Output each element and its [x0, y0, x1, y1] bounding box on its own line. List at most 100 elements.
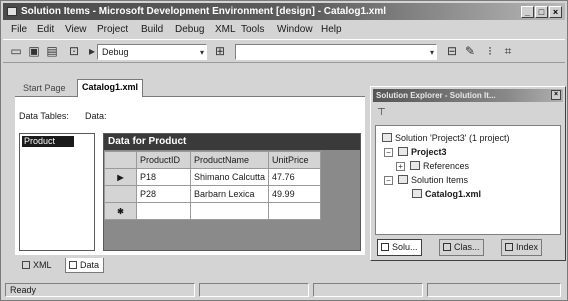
- window-title: Solution Items - Microsoft Development E…: [21, 6, 387, 17]
- row-header-corner: [104, 151, 137, 169]
- maximize-button[interactable]: □: [535, 6, 548, 18]
- cell-productname[interactable]: [189, 202, 270, 220]
- table-item-product[interactable]: Product: [22, 136, 74, 147]
- cell-productname[interactable]: Shimano Calcutta: [189, 168, 270, 186]
- menu-debug[interactable]: Debug: [175, 24, 204, 35]
- show-all-files-icon[interactable]: ⊤: [377, 107, 391, 119]
- new-row[interactable]: ✱: [104, 202, 322, 220]
- status-panel-3: [313, 283, 423, 297]
- tree-node-references[interactable]: References: [410, 160, 469, 172]
- close-icon[interactable]: ×: [551, 90, 561, 100]
- toolbox-window-icon[interactable]: ⌗: [501, 45, 515, 58]
- menu-file[interactable]: File: [11, 24, 27, 35]
- solution-items-label: Solution Items: [411, 175, 469, 185]
- app-icon[interactable]: [7, 7, 17, 16]
- references-icon: [410, 161, 420, 170]
- solution-explorer-icon[interactable]: ⊟: [445, 45, 459, 58]
- cell-unitprice[interactable]: [268, 202, 322, 220]
- menu-xml[interactable]: XML: [215, 24, 236, 35]
- document-tabs: Start Page Catalog1.xml: [15, 75, 365, 98]
- data-view-icon: [69, 261, 77, 269]
- menu-window[interactable]: Window: [277, 24, 313, 35]
- tab-index[interactable]: Index: [501, 239, 543, 256]
- status-panel-4: [427, 283, 561, 297]
- column-header-unitprice[interactable]: UnitPrice: [268, 151, 322, 169]
- tree-node-catalog1-xml[interactable]: Catalog1.xml: [412, 188, 481, 200]
- tab-solution-explorer[interactable]: Solu...: [377, 239, 422, 256]
- solution-explorer-title-bar[interactable]: Solution Explorer - Solution It... ×: [373, 89, 563, 102]
- minimize-button[interactable]: _: [521, 6, 534, 18]
- catalog-file-label: Catalog1.xml: [425, 189, 482, 199]
- menu-build[interactable]: Build: [141, 24, 163, 35]
- solution-label: Solution 'Project3' (1 project): [395, 133, 510, 143]
- cell-unitprice[interactable]: 49.99: [268, 185, 322, 203]
- project-label: Project3: [411, 147, 447, 157]
- row-header[interactable]: [104, 185, 137, 203]
- data-tables-label: Data Tables:: [19, 111, 69, 121]
- tab-data-label: Data: [80, 260, 100, 270]
- solution-config-combo[interactable]: Debug ▾: [97, 44, 207, 60]
- tab-start-page[interactable]: Start Page: [19, 81, 70, 97]
- find-combo[interactable]: ▾: [235, 44, 437, 60]
- class-view-icon[interactable]: ⁝: [483, 45, 497, 58]
- references-label: References: [423, 161, 470, 171]
- grid-caption: Data for Product: [104, 134, 360, 150]
- expand-icon[interactable]: +: [396, 162, 405, 171]
- data-table: ProductID ProductName UnitPrice ▶ P18 Sh…: [104, 151, 322, 220]
- cell-productid[interactable]: [136, 202, 191, 220]
- tab-solution-label: Solu...: [392, 242, 418, 252]
- standard-toolbar: ▭ ▣ ▤ ⊡ ▸ Debug ▾ ⊞ ▾ ⊟ ✎ ⁝ ⌗: [3, 39, 565, 63]
- data-tables-list[interactable]: Product: [19, 133, 95, 251]
- new-row-icon[interactable]: ✱: [104, 202, 137, 220]
- tree-node-solution-items[interactable]: Solution Items: [398, 174, 468, 186]
- current-row-icon[interactable]: ▶: [104, 168, 137, 186]
- collapse-icon[interactable]: −: [384, 148, 393, 157]
- menu-tools[interactable]: Tools: [241, 24, 264, 35]
- tab-class-view[interactable]: Clas...: [439, 239, 484, 256]
- xml-file-icon: [412, 189, 422, 198]
- toolbox-icon[interactable]: ⊡: [67, 45, 81, 58]
- cell-productid[interactable]: P18: [136, 168, 191, 186]
- cell-productname[interactable]: Barbarn Lexica: [189, 185, 270, 203]
- status-text: Ready: [5, 283, 195, 297]
- menu-edit[interactable]: Edit: [37, 24, 54, 35]
- table-row[interactable]: P28 Barbarn Lexica 49.99: [104, 185, 322, 203]
- xml-view-icon: [22, 261, 30, 269]
- title-bar[interactable]: Solution Items - Microsoft Development E…: [3, 3, 565, 20]
- chevron-down-icon[interactable]: ▾: [430, 46, 434, 60]
- solution-config-value: Debug: [102, 47, 129, 57]
- cell-productid[interactable]: P28: [136, 185, 191, 203]
- tab-xml-view[interactable]: XML: [19, 258, 56, 273]
- collapse-icon[interactable]: −: [384, 176, 393, 185]
- index-icon: [505, 243, 513, 251]
- save-all-icon[interactable]: ▤: [45, 45, 59, 58]
- tab-catalog1-xml[interactable]: Catalog1.xml: [77, 79, 144, 98]
- chevron-down-icon[interactable]: ▾: [200, 46, 204, 60]
- status-panel-2: [199, 283, 309, 297]
- save-icon[interactable]: ▣: [27, 45, 41, 58]
- new-project-icon[interactable]: ▭: [9, 45, 23, 58]
- column-header-productname[interactable]: ProductName: [189, 151, 270, 169]
- project-icon: [398, 147, 408, 156]
- header-row: ProductID ProductName UnitPrice: [104, 151, 322, 169]
- close-button[interactable]: ×: [549, 6, 562, 18]
- xml-data-editor: Data Tables: Data: Product Data for Prod…: [15, 97, 365, 255]
- menu-project[interactable]: Project: [97, 24, 128, 35]
- solution-explorer-panel: Solution Explorer - Solution It... × ⊤ S…: [370, 86, 566, 261]
- status-bar: Ready: [3, 281, 565, 299]
- table-row[interactable]: ▶ P18 Shimano Calcutta 47.76: [104, 168, 322, 186]
- cell-unitprice[interactable]: 47.76: [268, 168, 322, 186]
- tab-data-view[interactable]: Data: [65, 258, 105, 273]
- menu-view[interactable]: View: [65, 24, 87, 35]
- data-label: Data:: [85, 111, 107, 121]
- tab-class-label: Clas...: [454, 242, 480, 252]
- find-icon[interactable]: ⊞: [213, 45, 227, 58]
- column-header-productid[interactable]: ProductID: [136, 151, 191, 169]
- tree-node-solution[interactable]: Solution 'Project3' (1 project): [382, 132, 510, 144]
- solution-tree: Solution 'Project3' (1 project) − Projec…: [375, 125, 561, 235]
- folder-icon: [398, 175, 408, 184]
- properties-icon[interactable]: ✎: [463, 45, 477, 58]
- tree-node-project[interactable]: Project3: [398, 146, 447, 158]
- solution-explorer-title: Solution Explorer - Solution It...: [376, 91, 496, 100]
- menu-help[interactable]: Help: [321, 24, 342, 35]
